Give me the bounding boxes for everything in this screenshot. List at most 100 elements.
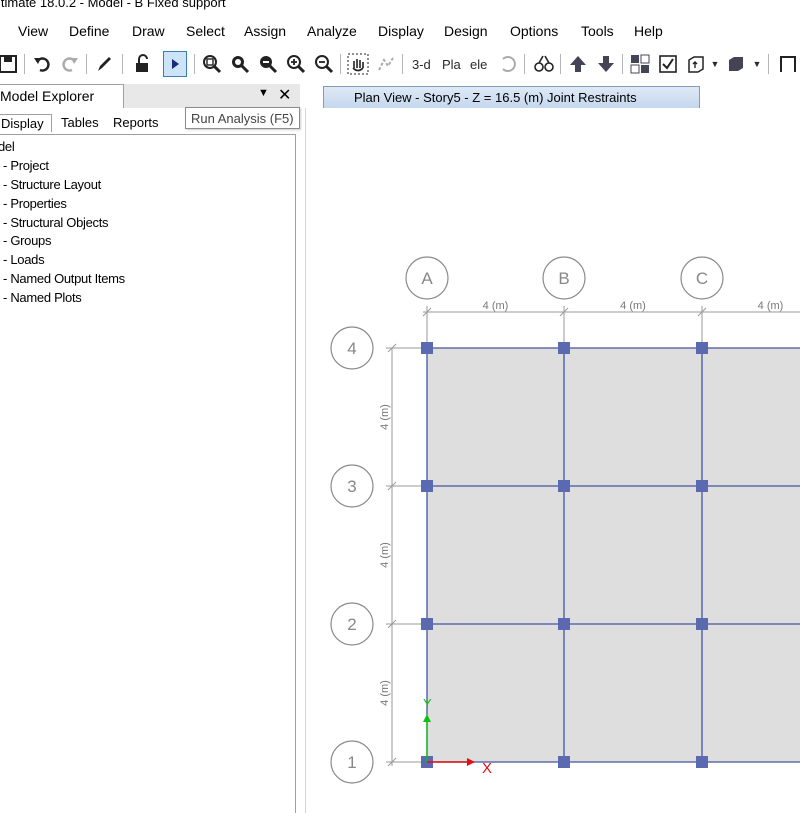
grid-bubble-label: 2: [347, 615, 356, 634]
view-3d-button[interactable]: 3-d: [410, 51, 433, 77]
tab-plan-view[interactable]: Plan View - Story5 - Z = 16.5 (m) Joint …: [323, 86, 700, 108]
model-tree: del - Project - Structure Layout - Prope…: [0, 134, 296, 813]
zoom-fit-icon[interactable]: [256, 51, 280, 77]
unlock-icon[interactable]: [130, 51, 154, 77]
plan-view-button[interactable]: Pla: [440, 51, 463, 77]
chevron-down-icon[interactable]: ▼: [708, 51, 722, 77]
tree-item-label: Project: [10, 158, 49, 173]
menu-tools[interactable]: Tools: [581, 23, 614, 39]
section-cut-icon[interactable]: [724, 51, 748, 77]
move-up-icon[interactable]: [566, 51, 590, 77]
joint-restraint-marker[interactable]: [421, 618, 433, 630]
toolbar-separator: [768, 54, 769, 74]
undo-icon[interactable]: [30, 51, 54, 77]
save-icon[interactable]: [0, 51, 20, 77]
joint-restraint-marker[interactable]: [558, 342, 570, 354]
menu-analyze[interactable]: Analyze: [307, 23, 357, 39]
joint-restraint-marker[interactable]: [696, 618, 708, 630]
tree-item[interactable]: - Properties: [3, 196, 67, 211]
close-icon[interactable]: ✕: [278, 85, 291, 105]
dimension-label-y: 4 (m): [379, 542, 391, 568]
joint-restraint-marker[interactable]: [696, 480, 708, 492]
toolbar-separator: [194, 54, 195, 74]
dimension-label-x: 4 (m): [620, 300, 646, 312]
tree-item[interactable]: - Groups: [3, 233, 51, 248]
tree-root[interactable]: del: [0, 139, 15, 154]
joint-restraint-marker[interactable]: [696, 342, 708, 354]
chevron-down-icon[interactable]: ▼: [750, 51, 764, 77]
plan-drawing: 4 (m) 4 (m) 4 (m) 4 (m)4 (m)4 (m) A B C4321 …: [330, 256, 800, 784]
tree-item-label: Properties: [10, 196, 67, 211]
grid-bubble-label: B: [558, 269, 569, 288]
chevron-down-icon[interactable]: ▼: [258, 87, 269, 99]
tree-item-label: Named Output Items: [10, 271, 125, 286]
tree-item[interactable]: - Structure Layout: [3, 177, 101, 192]
menu-bar: View Define Draw Select Assign Analyze D…: [0, 20, 800, 44]
perspective-icon[interactable]: [532, 51, 556, 77]
rotate-icon[interactable]: [496, 51, 520, 77]
toolbar: 3-d Pla ele ▼ ▼: [0, 48, 800, 80]
menu-display[interactable]: Display: [378, 23, 424, 39]
tree-item-label: Groups: [10, 233, 52, 248]
toolbar-separator: [122, 54, 123, 74]
tree-item[interactable]: - Named Output Items: [3, 271, 125, 286]
tree-item[interactable]: - Loads: [3, 252, 45, 267]
dimension-label-x: 4 (m): [483, 300, 509, 312]
explorer-title: Model Explorer: [0, 84, 124, 108]
zoom-out-icon[interactable]: [312, 51, 336, 77]
tree-item-label: Loads: [10, 252, 45, 267]
zoom-in-icon[interactable]: [284, 51, 308, 77]
run-analysis-button[interactable]: [163, 51, 187, 77]
object-shrink-icon[interactable]: [628, 51, 652, 77]
tree-item-label: Structural Objects: [10, 215, 109, 230]
joint-restraint-marker[interactable]: [696, 756, 708, 768]
tree-item[interactable]: - Named Plots: [3, 290, 82, 305]
menu-view[interactable]: View: [18, 23, 48, 39]
menu-options[interactable]: Options: [510, 23, 558, 39]
check-icon[interactable]: [656, 51, 680, 77]
frame-icon[interactable]: [776, 51, 800, 77]
zoom-previous-icon[interactable]: [228, 51, 252, 77]
zoom-window-icon[interactable]: [200, 51, 224, 77]
menu-draw[interactable]: Draw: [132, 23, 165, 39]
pan-icon[interactable]: [346, 51, 370, 77]
plan-view-canvas[interactable]: 4 (m) 4 (m) 4 (m) 4 (m) 4 (m) 4 (m) ABC4321 …: [305, 108, 800, 813]
x-dimension-line: 4 (m) 4 (m) 4 (m): [422, 300, 800, 348]
joint-restraint-marker[interactable]: [558, 480, 570, 492]
display-options-icon[interactable]: [684, 51, 708, 77]
view-tab-strip: Plan View - Story5 - Z = 16.5 (m) Joint …: [305, 84, 800, 108]
toolbar-separator: [24, 54, 25, 74]
joint-restraint-marker[interactable]: [421, 480, 433, 492]
pencil-icon[interactable]: [92, 51, 116, 77]
move-down-icon[interactable]: [594, 51, 618, 77]
run-analysis-tooltip: Run Analysis (F5): [185, 107, 300, 129]
joint-restraint-marker[interactable]: [558, 618, 570, 630]
grid-bubble-label: 3: [347, 477, 356, 496]
menu-define[interactable]: Define: [69, 23, 109, 39]
joint-restraint-marker[interactable]: [421, 342, 433, 354]
menu-design[interactable]: Design: [444, 23, 488, 39]
tab-display[interactable]: Display: [0, 114, 52, 132]
window-title: ltimate 18.0.2 - Model - B Fixed support: [0, 0, 226, 10]
grid-bubble-label: C: [696, 269, 708, 288]
toolbar-separator: [622, 54, 623, 74]
explorer-header: Model Explorer ▼ ✕: [0, 84, 300, 108]
rubber-band-icon[interactable]: [374, 51, 398, 77]
tree-item[interactable]: - Project: [3, 158, 49, 173]
menu-select[interactable]: Select: [186, 23, 225, 39]
toolbar-separator: [402, 54, 403, 74]
joint-restraint-marker[interactable]: [558, 756, 570, 768]
tree-item-label: Named Plots: [10, 290, 82, 305]
tab-reports[interactable]: Reports: [110, 114, 162, 131]
elevation-view-button[interactable]: ele: [468, 51, 489, 77]
tree-item[interactable]: - Structural Objects: [3, 215, 109, 230]
menu-assign[interactable]: Assign: [244, 23, 286, 39]
grid-bubble-label: 1: [347, 753, 356, 772]
tab-tables[interactable]: Tables: [58, 114, 102, 131]
redo-icon[interactable]: [58, 51, 82, 77]
grid-bubble-label: 4: [347, 339, 356, 358]
model-explorer-panel: Model Explorer ▼ ✕ Display Tables Report…: [0, 84, 300, 813]
menu-help[interactable]: Help: [634, 23, 663, 39]
toolbar-separator: [560, 54, 561, 74]
slab-area: [427, 348, 800, 762]
